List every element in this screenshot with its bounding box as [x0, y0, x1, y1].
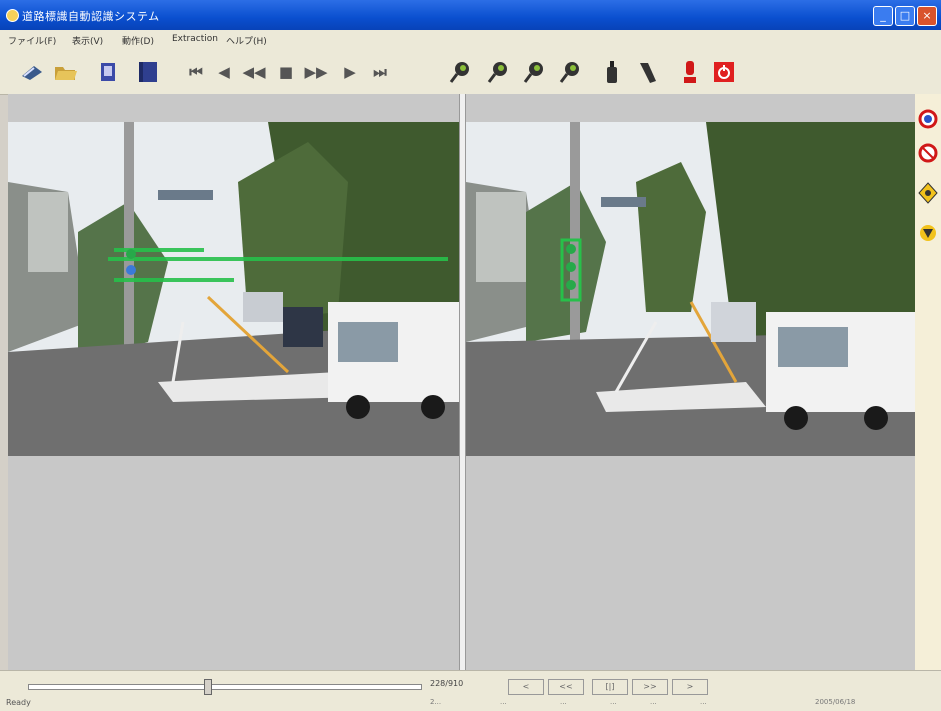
viewer-splitter[interactable] — [459, 94, 466, 670]
fast-forward-icon[interactable]: ▶▶ — [302, 58, 330, 86]
menu-extraction[interactable]: Extraction — [172, 34, 218, 44]
marker-4-icon[interactable] — [556, 58, 584, 86]
power-icon[interactable] — [710, 58, 738, 86]
sign-palette — [915, 94, 941, 670]
title-bar: 道路標識自動認識システム _ □ × — [0, 0, 941, 30]
nav-rewind-button[interactable]: << — [548, 679, 584, 695]
marker-1-icon[interactable] — [446, 58, 474, 86]
readout-5: ... — [650, 698, 657, 706]
minimize-button[interactable]: _ — [873, 6, 893, 26]
menu-view[interactable]: 表示(V) — [72, 34, 103, 47]
close-button[interactable]: × — [917, 6, 937, 26]
menu-bar: ファイル(F) 表示(V) 動作(D) Extraction ヘルプ(H) — [0, 30, 941, 50]
readout-2: ... — [500, 698, 507, 706]
left-street-image — [8, 122, 459, 456]
document-icon[interactable] — [94, 58, 122, 86]
toolbar: ⏮ ◀ ◀◀ ■ ▶▶ ▶ ⏭ — [0, 50, 941, 95]
yield-sign-icon[interactable] — [918, 222, 938, 247]
nav-forward-button[interactable]: >> — [632, 679, 668, 695]
marker-3-icon[interactable] — [520, 58, 548, 86]
readout-date: 2005/06/18 — [815, 698, 856, 706]
menu-action[interactable]: 動作(D) — [122, 34, 154, 47]
bottle-icon[interactable] — [598, 58, 626, 86]
frame-slider[interactable] — [28, 684, 422, 690]
status-text: Ready — [6, 698, 31, 707]
no-parking-sign-icon[interactable] — [918, 108, 938, 133]
nav-next-button[interactable]: > — [672, 679, 708, 695]
readout-3: ... — [560, 698, 567, 706]
readout-6: ... — [700, 698, 707, 706]
window-title: 道路標識自動認識システム — [22, 10, 160, 23]
warning-sign-icon[interactable] — [918, 182, 938, 207]
last-frame-icon[interactable]: ⏭ — [366, 58, 394, 86]
stop-icon[interactable]: ■ — [272, 58, 300, 86]
maximize-button[interactable]: □ — [895, 6, 915, 26]
red-pin-icon[interactable] — [676, 58, 704, 86]
frame-counter: 228/910 — [430, 679, 464, 688]
app-icon — [6, 9, 19, 22]
menu-file[interactable]: ファイル(F) — [8, 34, 56, 47]
first-frame-icon[interactable]: ⏮ — [182, 58, 210, 86]
marker-2-icon[interactable] — [484, 58, 512, 86]
folder-icon[interactable] — [52, 58, 80, 86]
book-icon[interactable] — [134, 58, 162, 86]
open-icon[interactable] — [18, 58, 46, 86]
rewind-icon[interactable]: ◀◀ — [240, 58, 268, 86]
next-frame-icon[interactable]: ▶ — [336, 58, 364, 86]
right-street-image — [466, 122, 915, 456]
tilt-icon[interactable] — [634, 58, 662, 86]
readout-4: ... — [610, 698, 617, 706]
playback-bar: 228/910 < << [|] >> > — [0, 670, 941, 711]
prev-frame-icon[interactable]: ◀ — [210, 58, 238, 86]
nav-pause-button[interactable]: [|] — [592, 679, 628, 695]
readout-1: 2... — [430, 698, 442, 706]
frame-slider-thumb[interactable] — [204, 679, 212, 695]
no-entry-sign-icon[interactable] — [918, 142, 938, 167]
nav-prev-button[interactable]: < — [508, 679, 544, 695]
menu-help[interactable]: ヘルプ(H) — [226, 34, 267, 47]
